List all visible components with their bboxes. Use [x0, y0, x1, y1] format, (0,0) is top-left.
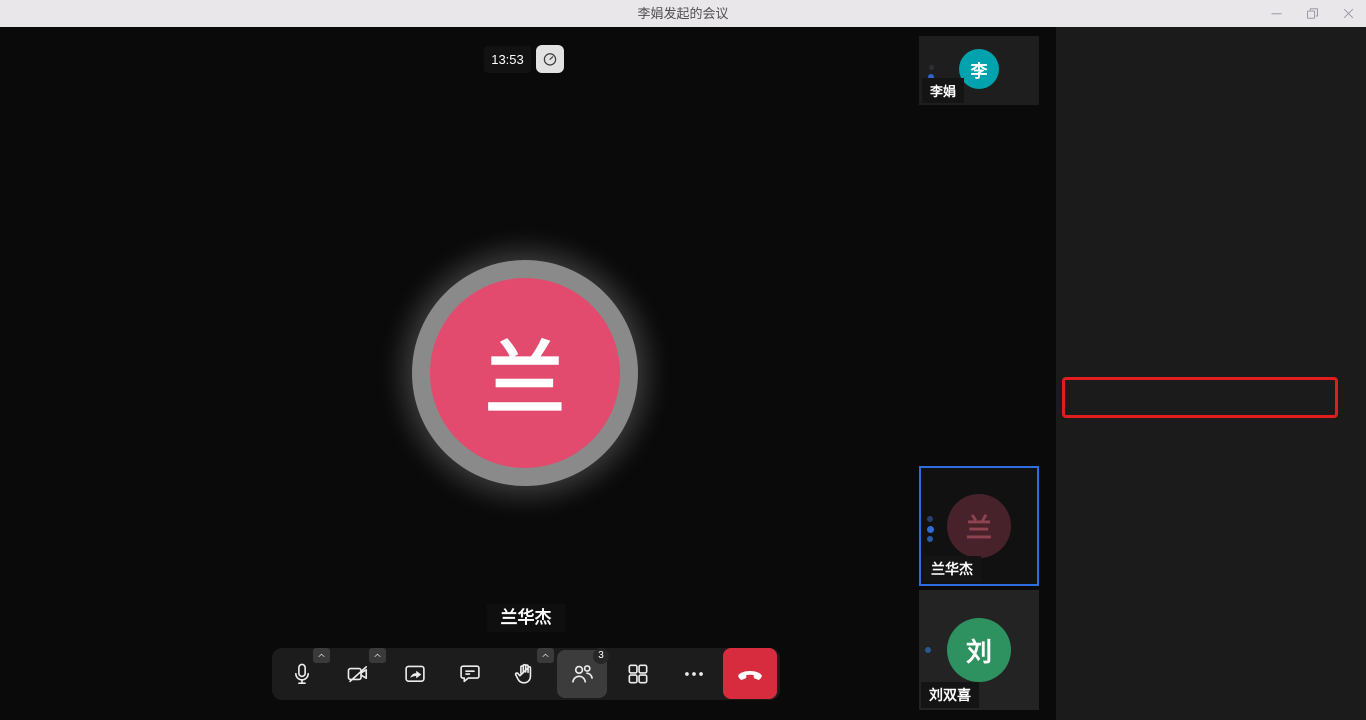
tile-name-label: 李娟 [922, 78, 964, 103]
video-tile-active-speaker[interactable]: 兰 兰华杰 [919, 466, 1039, 586]
more-dots-icon [681, 661, 707, 687]
chevron-up-icon [372, 651, 383, 660]
volume-dot [927, 526, 934, 533]
tile-name-label: 兰华杰 [923, 556, 981, 582]
share-screen-button[interactable] [393, 652, 437, 696]
participants-panel: 会议参会者（3人） 邀请其他人 兰 兰华杰 李 李娟 (你) 主持人 [1056, 27, 1366, 720]
volume-dot [927, 536, 933, 542]
restore-button[interactable] [1297, 0, 1327, 27]
end-call-button[interactable] [723, 648, 777, 699]
chat-icon [457, 661, 483, 687]
meeting-timer: 13:53 [484, 46, 531, 73]
minimize-button[interactable] [1261, 0, 1291, 27]
chevron-up-icon [316, 651, 327, 660]
layout-button[interactable] [616, 652, 660, 696]
end-call-icon [735, 659, 765, 689]
avatar: 兰 [947, 494, 1011, 558]
network-quality-button[interactable] [536, 45, 564, 73]
video-tile-self[interactable]: 李 李娟 [919, 36, 1039, 105]
microphone-icon [289, 661, 315, 687]
raised-hand-icon [513, 661, 539, 687]
speaker-name-tag: 兰华杰 [487, 604, 565, 632]
camera-options-chevron[interactable] [369, 648, 386, 663]
share-screen-icon [402, 661, 428, 687]
restore-icon [1305, 6, 1320, 21]
avatar: 刘 [947, 618, 1011, 682]
avatar: 李 [959, 49, 999, 89]
mic-options-chevron[interactable] [313, 648, 330, 663]
video-tile-participant[interactable]: 刘 刘双喜 [919, 590, 1039, 710]
chevron-up-icon [540, 651, 551, 660]
close-window-button[interactable] [1333, 0, 1363, 27]
volume-dot [927, 516, 933, 522]
video-stage: 13:53 李 李娟 兰 兰华杰 兰 兰华杰 刘 刘双喜 [0, 27, 1056, 720]
grid-layout-icon [625, 661, 651, 687]
tile-name-label: 刘双喜 [921, 682, 979, 708]
hand-options-chevron[interactable] [537, 648, 554, 663]
volume-dot [925, 647, 931, 653]
more-options-button[interactable] [672, 652, 716, 696]
participants-icon [569, 661, 595, 687]
titlebar: 李娟发起的会议 [0, 0, 1366, 27]
camera-off-icon [345, 661, 371, 687]
close-icon [1341, 6, 1356, 21]
chat-button[interactable] [448, 652, 492, 696]
gauge-icon [541, 50, 559, 68]
participants-count-badge: 3 [593, 648, 609, 664]
volume-dot [929, 65, 934, 70]
speaker-avatar: 兰 [430, 278, 620, 468]
minimize-icon [1269, 6, 1284, 21]
window-title: 李娟发起的会议 [0, 0, 1366, 27]
